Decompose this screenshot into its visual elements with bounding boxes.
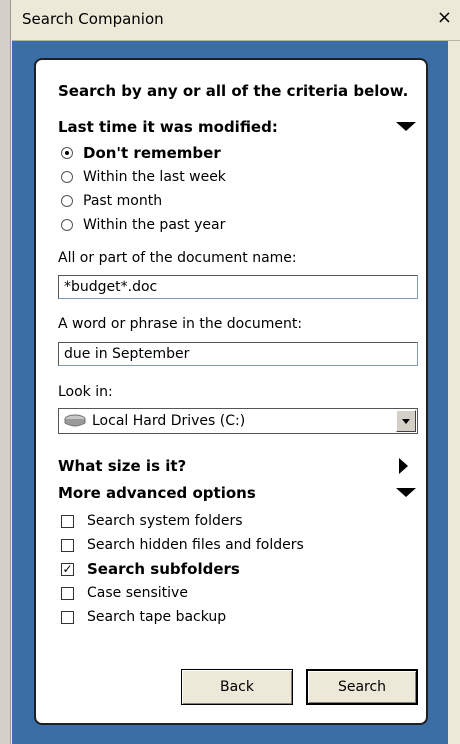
document-name-input[interactable] bbox=[58, 275, 418, 299]
checkbox-icon[interactable] bbox=[61, 514, 74, 528]
chevron-down-icon[interactable] bbox=[396, 410, 416, 432]
close-icon[interactable]: × bbox=[437, 7, 452, 28]
advanced-section-label: More advanced options bbox=[58, 484, 256, 502]
collapse-arrow-icon[interactable] bbox=[396, 488, 416, 497]
radio-label: Past month bbox=[83, 193, 163, 209]
hard-drive-icon bbox=[64, 414, 86, 427]
look-in-value: Local Hard Drives (C:) bbox=[92, 413, 246, 429]
modified-section-header[interactable]: Last time it was modified: bbox=[58, 118, 416, 136]
checkbox-label: Search system folders bbox=[87, 513, 243, 529]
search-pane: Search by any or all of the criteria bel… bbox=[12, 41, 448, 744]
expand-arrow-icon[interactable] bbox=[399, 458, 408, 474]
phrase-input[interactable] bbox=[58, 342, 418, 366]
checkbox-hidden-files[interactable]: Search hidden files and folders bbox=[61, 534, 304, 556]
modified-section-label: Last time it was modified: bbox=[58, 118, 278, 136]
checkbox-label: Search tape backup bbox=[87, 609, 227, 625]
search-criteria-panel: Search by any or all of the criteria bel… bbox=[34, 58, 428, 725]
checkbox-system-folders[interactable]: Search system folders bbox=[61, 510, 243, 532]
advanced-section-header[interactable]: More advanced options bbox=[58, 484, 416, 502]
criteria-heading: Search by any or all of the criteria bel… bbox=[58, 82, 409, 100]
checkbox-icon[interactable] bbox=[61, 586, 74, 600]
phrase-label: A word or phrase in the document: bbox=[58, 316, 303, 332]
checkbox-subfolders[interactable]: ✓ Search subfolders bbox=[61, 558, 240, 580]
search-button[interactable]: Search bbox=[306, 669, 418, 705]
title-bar: Search Companion × bbox=[12, 0, 460, 41]
checkbox-icon[interactable] bbox=[61, 538, 74, 552]
back-button[interactable]: Back bbox=[181, 669, 293, 705]
collapse-arrow-icon[interactable] bbox=[396, 122, 416, 131]
checkbox-case-sensitive[interactable]: Case sensitive bbox=[61, 582, 188, 604]
checkbox-checked-icon[interactable]: ✓ bbox=[61, 562, 74, 576]
radio-icon[interactable] bbox=[61, 171, 73, 183]
radio-selected-icon[interactable] bbox=[61, 147, 73, 159]
size-section-header[interactable]: What size is it? bbox=[58, 457, 416, 475]
checkbox-label: Search subfolders bbox=[87, 560, 240, 578]
checkbox-label: Case sensitive bbox=[87, 585, 188, 601]
document-name-label: All or part of the document name: bbox=[58, 250, 297, 266]
radio-icon[interactable] bbox=[61, 195, 73, 207]
radio-last-week[interactable]: Within the last week bbox=[61, 166, 226, 188]
radio-past-month[interactable]: Past month bbox=[61, 190, 162, 212]
checkbox-icon[interactable] bbox=[61, 610, 74, 624]
radio-label: Don't remember bbox=[83, 144, 221, 162]
radio-icon[interactable] bbox=[61, 219, 73, 231]
radio-dont-remember[interactable]: Don't remember bbox=[61, 142, 221, 164]
window-title: Search Companion bbox=[22, 10, 164, 28]
checkbox-tape-backup[interactable]: Search tape backup bbox=[61, 606, 226, 628]
radio-past-year[interactable]: Within the past year bbox=[61, 214, 225, 236]
radio-label: Within the past year bbox=[83, 217, 226, 233]
size-section-label: What size is it? bbox=[58, 457, 187, 475]
look-in-label: Look in: bbox=[58, 384, 113, 400]
checkbox-label: Search hidden files and folders bbox=[87, 537, 304, 553]
look-in-select[interactable]: Local Hard Drives (C:) bbox=[58, 408, 418, 434]
radio-label: Within the last week bbox=[83, 169, 226, 185]
left-window-edge bbox=[0, 0, 11, 744]
